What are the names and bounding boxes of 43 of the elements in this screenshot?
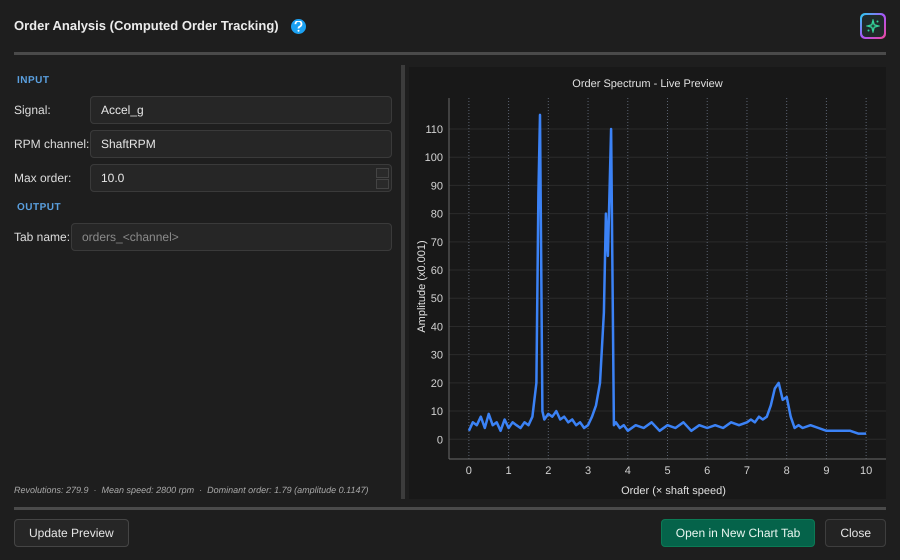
y-tick-label: 60 — [430, 265, 443, 278]
x-tick-label: 0 — [466, 465, 472, 477]
combo-field[interactable]: ShaftRPM — [90, 130, 392, 158]
x-tick-label: 6 — [704, 465, 710, 477]
help-icon[interactable] — [290, 18, 306, 34]
y-tick-label: 110 — [425, 124, 443, 136]
field-label: Max order: — [14, 170, 72, 187]
x-tick-label: 1 — [506, 465, 512, 477]
x-tick-label: 9 — [823, 465, 830, 477]
y-tick-label: 100 — [424, 152, 443, 164]
x-axis-title: Order (× shaft speed) — [621, 485, 726, 497]
combo-field[interactable]: Accel_g — [90, 96, 392, 124]
x-tick-label: 5 — [664, 465, 671, 477]
x-tick-label: 3 — [584, 465, 592, 477]
section-heading: OUTPUT — [16, 201, 62, 215]
open-chart-tab-button[interactable]: Open in New Chart Tab — [660, 519, 816, 547]
y-tick-label: 40 — [430, 321, 443, 334]
y-tick-label: 90 — [430, 180, 443, 192]
y-tick-label: 10 — [430, 406, 443, 418]
y-tick-label: 20 — [430, 378, 443, 390]
field-label: Signal: — [14, 102, 52, 119]
field-label: Tab name: — [14, 229, 71, 246]
x-tick-label: 8 — [784, 465, 790, 477]
field-label: RPM channel: — [14, 136, 90, 153]
summary-text: Revolutions: 279.9 · Mean speed: 2800 rpm · Dominant order: 1.79 (amplitude 0.1147) — [14, 484, 370, 497]
spin-field[interactable]: 10.0 — [90, 164, 392, 192]
y-tick-label: 0 — [436, 434, 443, 446]
close-button[interactable]: Close — [825, 519, 886, 547]
section-heading: INPUT — [16, 74, 50, 88]
input-field[interactable]: orders_<channel> — [71, 223, 392, 251]
x-tick-label: 10 — [860, 465, 872, 477]
y-tick-label: 70 — [430, 236, 443, 249]
y-axis-title: Amplitude (x0.001) — [416, 240, 428, 333]
window-title: Order Analysis (Computed Order Tracking) — [14, 17, 279, 36]
sparkle-icon[interactable] — [860, 13, 886, 39]
y-tick-label: 80 — [430, 208, 443, 221]
x-tick-label: 7 — [744, 465, 750, 477]
chart-title: Order Spectrum - Live Preview — [572, 78, 723, 90]
y-tick-label: 30 — [430, 350, 443, 362]
y-tick-label: 50 — [430, 293, 443, 306]
x-tick-label: 4 — [624, 465, 631, 477]
x-tick-label: 2 — [545, 465, 552, 477]
update-preview-button[interactable]: Update Preview — [14, 519, 129, 547]
